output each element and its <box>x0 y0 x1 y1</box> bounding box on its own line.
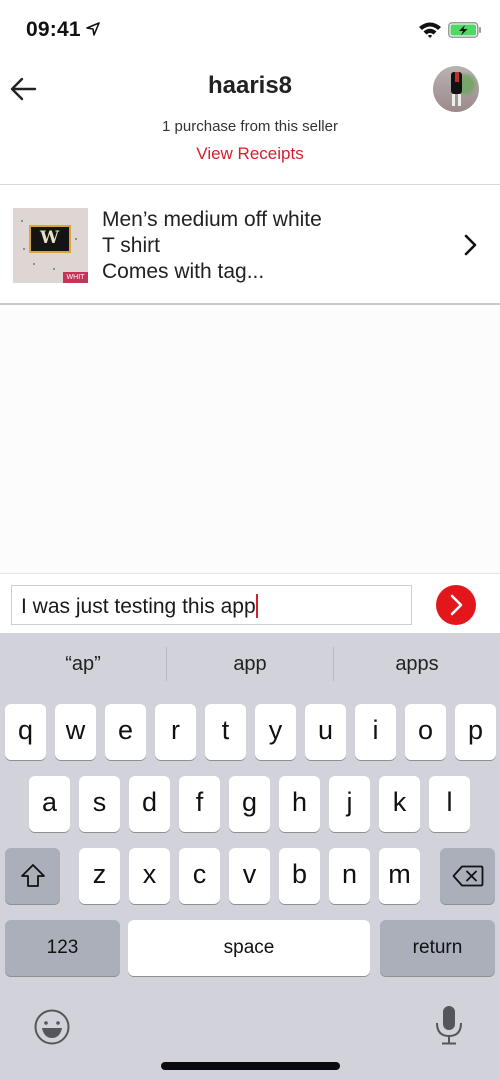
keyboard: “ap” app apps q w e r t y u i o p a s d … <box>0 633 500 1080</box>
purchase-count: 1 purchase from this seller <box>162 118 338 135</box>
item-title-line3: Comes with tag... <box>102 260 265 283</box>
delete-key[interactable] <box>440 848 495 904</box>
avatar-detail <box>452 94 455 106</box>
suggestion-3[interactable]: apps <box>334 633 500 693</box>
thumb-detail <box>33 263 35 265</box>
key-s[interactable]: s <box>79 776 120 832</box>
backspace-icon <box>452 865 484 887</box>
key-c[interactable]: c <box>179 848 220 904</box>
send-button[interactable] <box>436 585 476 625</box>
listing-item-row[interactable]: W WHIT Men’s medium off white T shirt Co… <box>0 185 500 303</box>
emoji-icon[interactable] <box>33 1008 71 1046</box>
suggestion-2[interactable]: app <box>167 633 333 693</box>
chevron-right-icon <box>464 234 477 256</box>
key-r[interactable]: r <box>155 704 196 760</box>
message-composer: I was just testing this app <box>0 573 500 633</box>
numbers-key[interactable]: 123 <box>5 920 120 976</box>
message-text: I was just testing this app <box>21 595 256 618</box>
item-title-line1: Men’s medium off white <box>102 208 322 231</box>
item-description: Men’s medium off white T shirt Comes wit… <box>102 207 322 285</box>
key-y[interactable]: y <box>255 704 296 760</box>
thumb-detail <box>21 220 23 222</box>
key-k[interactable]: k <box>379 776 420 832</box>
seller-avatar[interactable] <box>433 66 479 112</box>
status-time: 09:41 <box>26 18 81 41</box>
key-p[interactable]: p <box>455 704 496 760</box>
return-key[interactable]: return <box>380 920 495 976</box>
thumb-tag: WHIT <box>63 272 88 283</box>
key-d[interactable]: d <box>129 776 170 832</box>
key-j[interactable]: j <box>329 776 370 832</box>
view-receipts-link[interactable]: View Receipts <box>0 144 500 164</box>
key-t[interactable]: t <box>205 704 246 760</box>
shift-icon <box>21 864 45 887</box>
key-f[interactable]: f <box>179 776 220 832</box>
key-b[interactable]: b <box>279 848 320 904</box>
item-title-line2: T shirt <box>102 234 160 257</box>
message-input[interactable]: I was just testing this app <box>11 585 412 625</box>
send-arrow-icon <box>450 594 463 616</box>
avatar-detail <box>458 94 461 106</box>
thumb-logo: W <box>40 228 60 248</box>
key-h[interactable]: h <box>279 776 320 832</box>
key-a[interactable]: a <box>29 776 70 832</box>
key-g[interactable]: g <box>229 776 270 832</box>
space-key[interactable]: space <box>128 920 370 976</box>
key-i[interactable]: i <box>355 704 396 760</box>
key-x[interactable]: x <box>129 848 170 904</box>
thumb-detail <box>23 248 25 250</box>
battery-charging-icon <box>448 22 481 38</box>
thumb-detail <box>75 238 77 240</box>
key-q[interactable]: q <box>5 704 46 760</box>
message-input-value: I was just testing this app <box>21 594 258 619</box>
item-thumbnail: W WHIT <box>13 208 88 283</box>
home-indicator[interactable] <box>161 1062 340 1070</box>
suggestion-1[interactable]: “ap” <box>0 633 166 693</box>
wifi-icon <box>419 22 441 38</box>
key-n[interactable]: n <box>329 848 370 904</box>
key-w[interactable]: w <box>55 704 96 760</box>
key-z[interactable]: z <box>79 848 120 904</box>
predictive-bar: “ap” app apps <box>0 633 500 693</box>
status-bar: 09:41 <box>0 0 500 60</box>
key-m[interactable]: m <box>379 848 420 904</box>
thumb-detail <box>53 268 55 270</box>
text-caret <box>255 594 258 618</box>
key-l[interactable]: l <box>429 776 470 832</box>
shift-key[interactable] <box>5 848 60 904</box>
avatar-detail <box>455 72 459 82</box>
key-o[interactable]: o <box>405 704 446 760</box>
location-arrow-icon <box>86 22 100 36</box>
key-v[interactable]: v <box>229 848 270 904</box>
message-thread <box>0 305 500 573</box>
seller-username: haaris8 <box>207 72 293 99</box>
microphone-icon[interactable] <box>434 1005 464 1047</box>
key-e[interactable]: e <box>105 704 146 760</box>
key-u[interactable]: u <box>305 704 346 760</box>
